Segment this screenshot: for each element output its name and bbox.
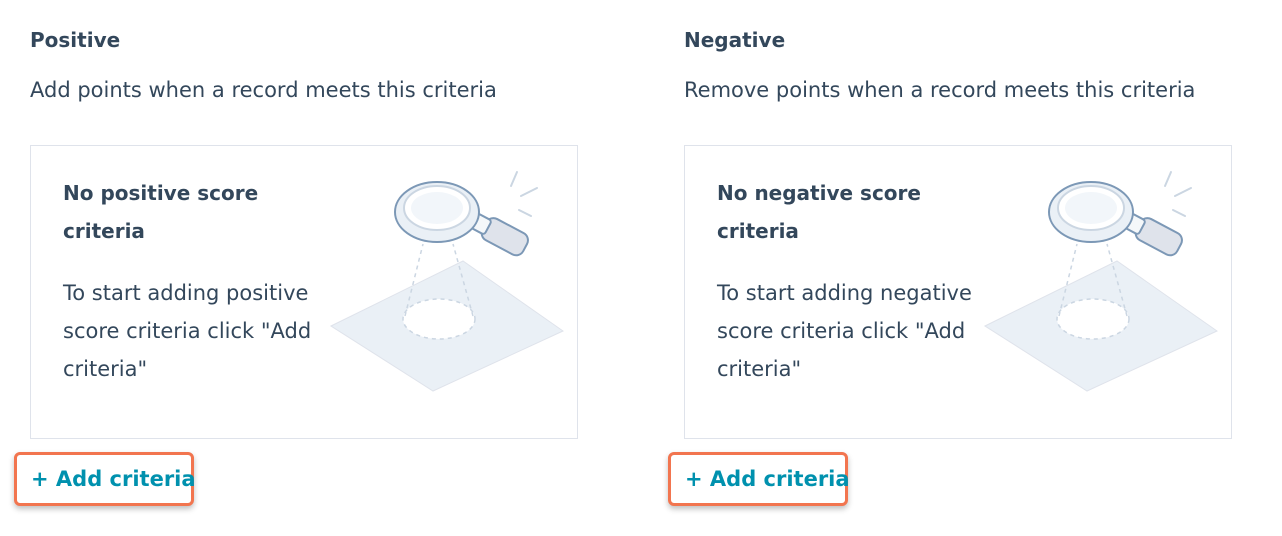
positive-empty-title: No positive score criteria — [63, 181, 259, 243]
negative-empty-body: To start adding negative score criteria … — [717, 281, 972, 381]
positive-add-criteria-button[interactable]: + Add criteria — [31, 467, 196, 491]
negative-title: Negative — [684, 28, 786, 52]
positive-title: Positive — [30, 28, 121, 52]
negative-empty-title: No negative score criteria — [717, 181, 921, 243]
magnifying-glass-icon — [983, 171, 1218, 392]
magnifying-glass-icon — [329, 171, 564, 392]
negative-add-criteria-button[interactable]: + Add criteria — [685, 467, 850, 491]
positive-description: Add points when a record meets this crit… — [30, 78, 497, 102]
negative-add-highlight: + Add criteria — [668, 452, 850, 506]
negative-description: Remove points when a record meets this c… — [684, 78, 1196, 102]
negative-empty-state-card: No negative score criteria To start addi… — [684, 145, 1232, 439]
positive-empty-body: To start adding positive score criteria … — [63, 281, 312, 381]
positive-add-highlight: + Add criteria — [14, 452, 196, 506]
positive-empty-state-card: No positive score criteria To start addi… — [30, 145, 578, 439]
